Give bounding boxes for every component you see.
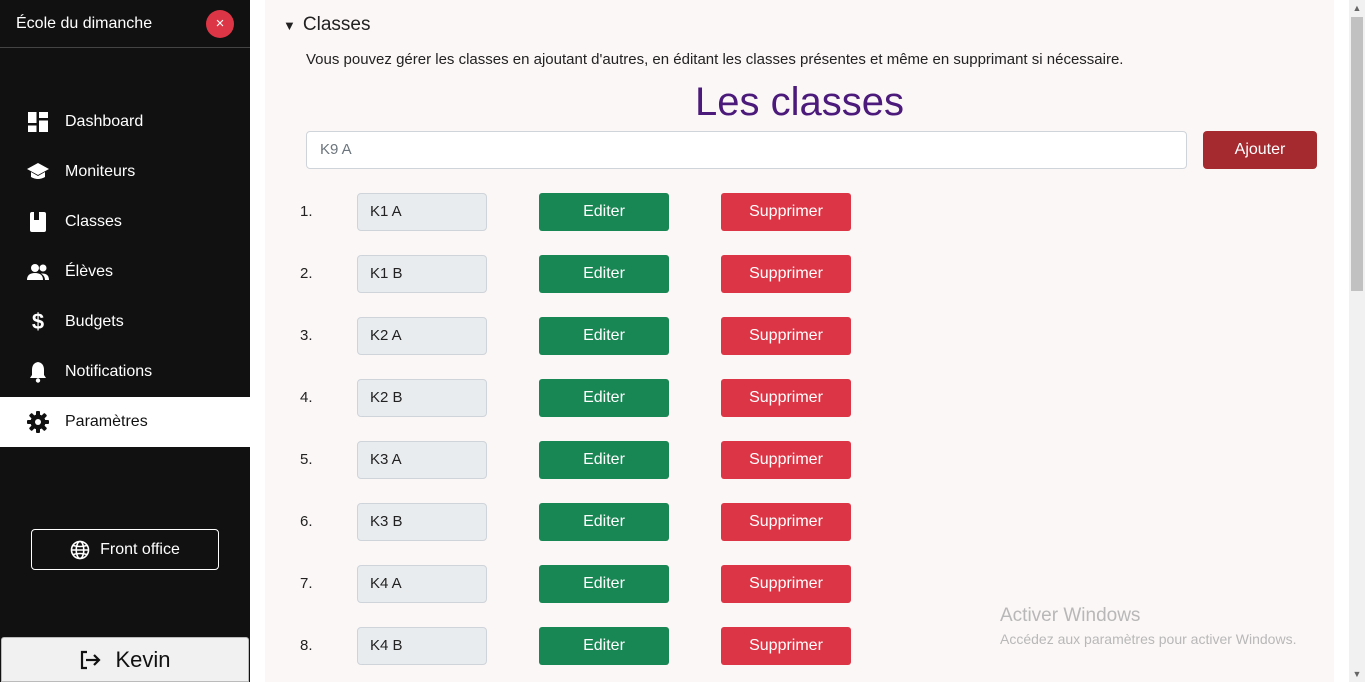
edit-button[interactable]: Editer (539, 565, 669, 603)
row-number: 8. (300, 637, 313, 654)
class-name-field[interactable]: K3 A (357, 441, 487, 479)
edit-button[interactable]: Editer (539, 317, 669, 355)
sidebar-item-parametres[interactable]: Paramètres (0, 397, 250, 447)
row-number: 5. (300, 451, 313, 468)
sidebar-item-label: Élèves (65, 263, 114, 280)
delete-button[interactable]: Supprimer (721, 441, 851, 479)
sidebar-header: École du dimanche × (0, 0, 250, 48)
class-row: 2. K1 B Editer Supprimer (265, 255, 1165, 293)
sidebar-item-label: Dashboard (65, 113, 144, 130)
delete-button[interactable]: Supprimer (721, 503, 851, 541)
sidebar: École du dimanche × Dashboard Moniteurs … (0, 0, 250, 682)
users-icon (26, 260, 50, 284)
class-row: 6. K3 B Editer Supprimer (265, 503, 1165, 541)
row-number: 2. (300, 265, 313, 282)
watermark-subtitle: Accédez aux paramètres pour activer Wind… (1000, 631, 1297, 647)
row-number: 1. (300, 203, 313, 220)
new-class-input[interactable]: K9 A (306, 131, 1187, 169)
class-row: 5. K3 A Editer Supprimer (265, 441, 1165, 479)
sidebar-item-dashboard[interactable]: Dashboard (0, 97, 250, 147)
delete-button[interactable]: Supprimer (721, 193, 851, 231)
sidebar-item-eleves[interactable]: Élèves (0, 247, 250, 297)
edit-button[interactable]: Editer (539, 627, 669, 665)
sidebar-item-label: Paramètres (65, 413, 148, 430)
sidebar-item-moniteurs[interactable]: Moniteurs (0, 147, 250, 197)
edit-button[interactable]: Editer (539, 379, 669, 417)
class-name-field[interactable]: K1 A (357, 193, 487, 231)
page-title: Les classes (695, 80, 904, 124)
delete-button[interactable]: Supprimer (721, 565, 851, 603)
graduation-cap-icon (26, 160, 50, 184)
class-row: 1. K1 A Editer Supprimer (265, 193, 1165, 231)
watermark-title: Activer Windows (1000, 605, 1141, 626)
sidebar-item-notifications[interactable]: Notifications (0, 347, 250, 397)
class-row: 3. K2 A Editer Supprimer (265, 317, 1165, 355)
add-class-button[interactable]: Ajouter (1203, 131, 1317, 169)
front-office-label: Front office (100, 540, 180, 558)
sidebar-item-label: Moniteurs (65, 163, 136, 180)
scrollbar-thumb[interactable] (1351, 17, 1363, 291)
sidebar-item-label: Notifications (65, 363, 153, 380)
edit-button[interactable]: Editer (539, 503, 669, 541)
row-number: 4. (300, 389, 313, 406)
app-title: École du dimanche (16, 14, 153, 32)
row-number: 6. (300, 513, 313, 530)
sidebar-item-budgets[interactable]: $ Budgets (0, 297, 250, 347)
scroll-down-arrow-icon[interactable]: ▼ (1349, 666, 1365, 682)
bell-icon (26, 360, 50, 384)
class-name-field[interactable]: K4 B (357, 627, 487, 665)
class-name-field[interactable]: K2 B (357, 379, 487, 417)
globe-icon (70, 540, 90, 560)
logout-button[interactable]: Kevin (1, 637, 249, 682)
edit-button[interactable]: Editer (539, 441, 669, 479)
class-row: 7. K4 A Editer Supprimer (265, 565, 1165, 603)
user-name: Kevin (115, 646, 171, 672)
delete-button[interactable]: Supprimer (721, 379, 851, 417)
class-name-field[interactable]: K4 A (357, 565, 487, 603)
section-title: Classes (302, 14, 371, 35)
row-number: 3. (300, 327, 313, 344)
vertical-scrollbar[interactable]: ▲ ▼ (1349, 0, 1365, 682)
class-row: 4. K2 B Editer Supprimer (265, 379, 1165, 417)
windows-activation-watermark: Activer Windows Accédez aux paramètres p… (1000, 605, 1296, 647)
classes-section-toggle[interactable]: ▼ Classes (283, 14, 370, 36)
delete-button[interactable]: Supprimer (721, 255, 851, 293)
edit-button[interactable]: Editer (539, 255, 669, 293)
section-description: Vous pouvez gérer les classes en ajoutan… (306, 51, 1124, 68)
delete-button[interactable]: Supprimer (721, 317, 851, 355)
dollar-icon: $ (31, 309, 45, 334)
class-name-field[interactable]: K2 A (357, 317, 487, 355)
scroll-up-arrow-icon[interactable]: ▲ (1349, 0, 1365, 16)
book-icon (26, 210, 50, 234)
class-name-field[interactable]: K3 B (357, 503, 487, 541)
edit-button[interactable]: Editer (539, 193, 669, 231)
sidebar-nav: Dashboard Moniteurs Classes Élèves $ Bud… (0, 97, 250, 447)
sidebar-item-classes[interactable]: Classes (0, 197, 250, 247)
triangle-down-icon: ▼ (283, 17, 296, 33)
main-content: ▼ Classes Vous pouvez gérer les classes … (265, 0, 1334, 682)
sidebar-item-label: Budgets (65, 313, 124, 330)
front-office-button[interactable]: Front office (31, 529, 219, 570)
logout-icon (79, 650, 102, 670)
sidebar-item-label: Classes (65, 213, 122, 230)
class-name-field[interactable]: K1 B (357, 255, 487, 293)
dashboard-icon (26, 110, 50, 134)
row-number: 7. (300, 575, 313, 592)
delete-button[interactable]: Supprimer (721, 627, 851, 665)
gear-icon (26, 410, 50, 434)
close-sidebar-button[interactable]: × (206, 9, 234, 38)
